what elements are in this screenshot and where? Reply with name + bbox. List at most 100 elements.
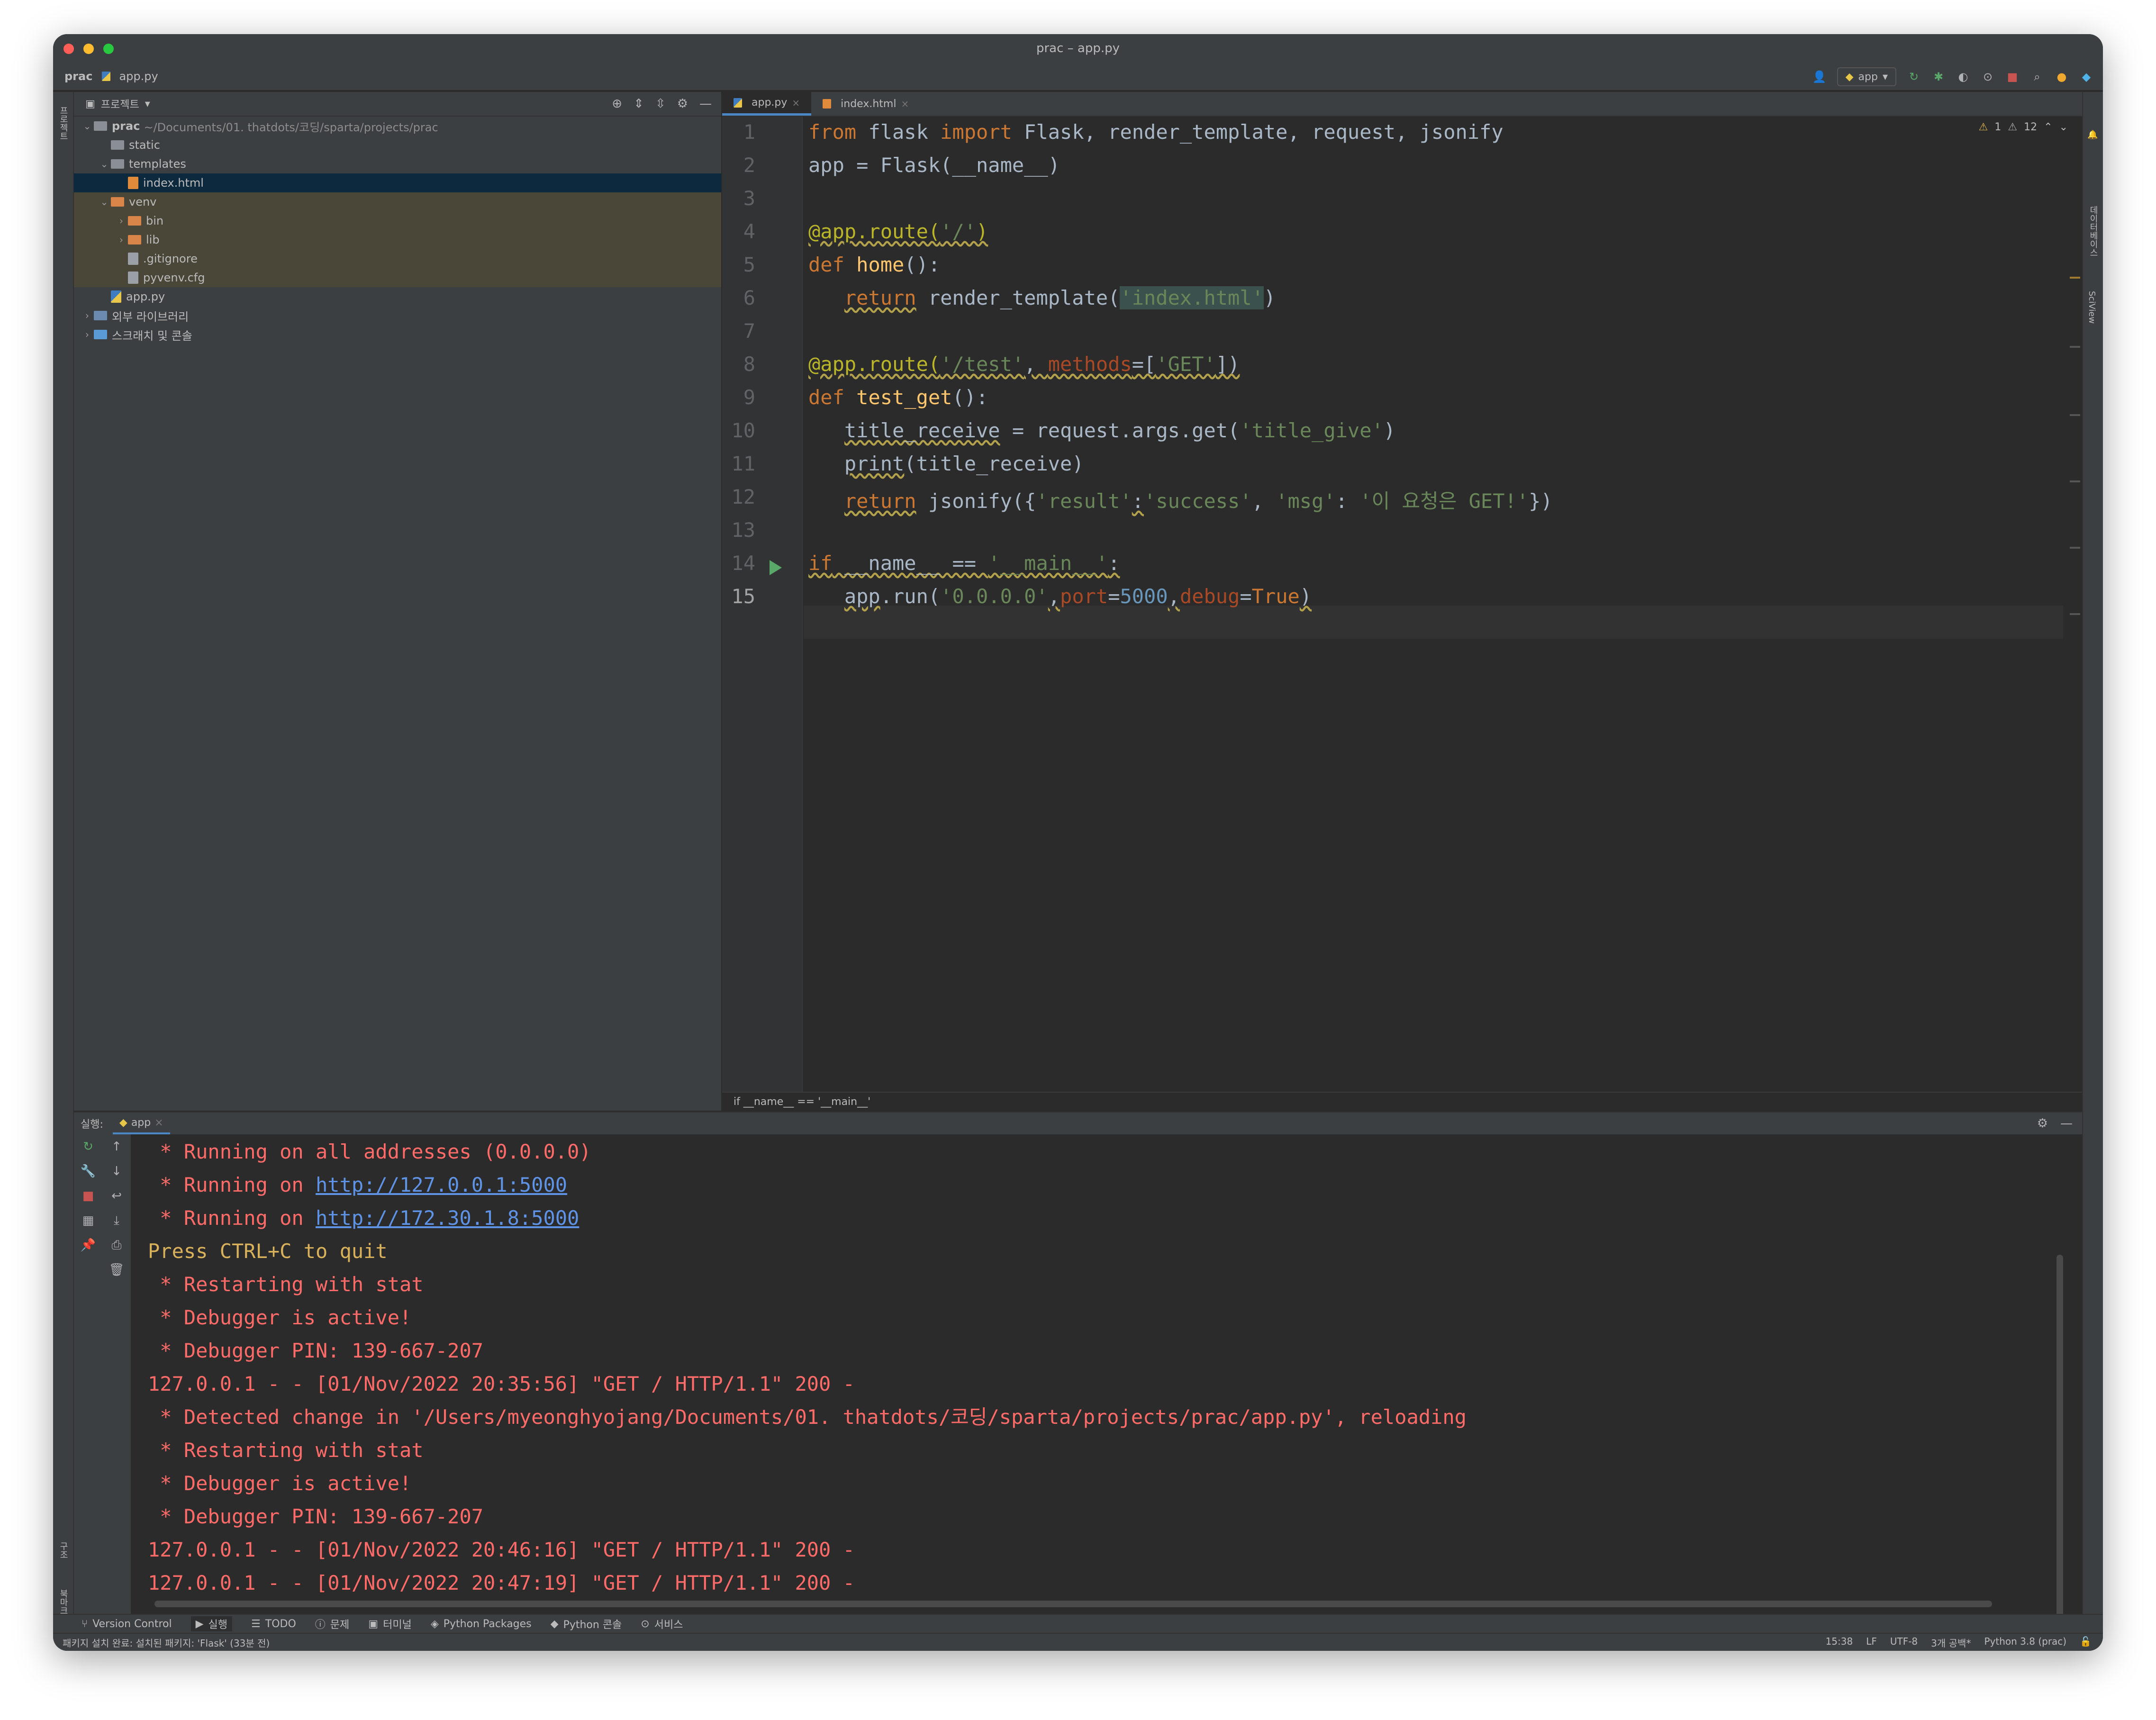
wrench-icon[interactable]: 🔧 [81,1164,96,1178]
expand-all-icon[interactable]: ⇕ [634,97,644,111]
code-line[interactable]: return jsonify({'result':'success', 'msg… [808,485,1553,514]
status-indent[interactable]: 3개 공백* [1931,1636,1971,1649]
code-area[interactable]: 1 from flask import Flask, render_templat… [722,117,2082,1092]
arrow-down-icon[interactable]: ↓ [111,1164,122,1178]
status-message[interactable]: 패키지 설치 완료: 설치된 패키지: 'Flask' (33분 전) [63,1636,270,1649]
status-line-ending[interactable]: LF [1866,1636,1877,1649]
hide-icon[interactable]: — [2060,1116,2073,1131]
tool-window-button[interactable]: ▶ 실행 [190,1616,233,1631]
tool-window-button[interactable]: ▣ 터미널 [368,1616,412,1631]
close-button[interactable] [63,44,74,54]
coverage-icon[interactable]: ◐ [1956,70,1970,84]
inspection-widget[interactable]: ⚠ 1 ⚠ 12 ⌃ ⌄ [1979,121,2068,133]
code-line[interactable]: return render_template('index.html') [808,286,1276,309]
tree-item[interactable]: static [74,136,721,154]
status-interpreter[interactable]: Python 3.8 (prac) [1984,1636,2066,1649]
code-line[interactable]: def home(): [808,253,940,276]
error-stripe-mark[interactable] [2070,414,2080,416]
tool-window-button[interactable]: ⊙ 서비스 [641,1616,683,1631]
tool-window-button[interactable]: ◈ Python Packages [431,1618,532,1630]
tool-window-button[interactable]: ⑂ Version Control [82,1618,172,1630]
notifications-icon[interactable]: 🔔 [2088,130,2098,140]
lock-icon[interactable]: 🔓 [2080,1636,2092,1649]
close-icon[interactable]: × [154,1117,163,1129]
code-line[interactable]: app.run('0.0.0.0',port=5000,debug=True) [808,585,1312,608]
code-line[interactable]: app = Flask(__name__) [808,154,1060,177]
project-tool-label[interactable]: 프로젝트 [57,106,69,140]
tree-item[interactable]: › bin [74,211,721,230]
error-stripe-mark[interactable] [2070,346,2080,348]
close-icon[interactable]: × [901,98,909,109]
gear-icon[interactable]: ⚙ [2037,1116,2048,1131]
run-tab-app[interactable]: ◆ app × [112,1113,170,1134]
stop-icon[interactable]: ■ [82,1189,94,1203]
tree-item[interactable]: › lib [74,230,721,249]
chevron-down-icon[interactable]: ▾ [145,98,150,110]
locate-icon[interactable]: ⊕ [612,97,622,111]
error-stripe-mark[interactable] [2070,277,2080,279]
chevron-down-icon[interactable]: ⌄ [98,196,111,208]
run-config-selector[interactable]: ◆ app ▾ [1837,67,1896,86]
tool-window-button[interactable]: ☰ TODO [251,1618,296,1630]
error-stripe-mark[interactable] [2070,613,2080,615]
soft-wrap-icon[interactable]: ↩ [111,1189,122,1203]
error-stripe-mark[interactable] [2070,480,2080,482]
trash-icon[interactable]: 🗑 [109,1263,124,1277]
console-vertical-scrollbar[interactable] [2056,1255,2063,1643]
chevron-right-icon[interactable]: › [81,329,94,340]
profile-icon[interactable]: ⊙ [1981,70,1995,84]
tab-app-py[interactable]: app.py × [722,92,812,116]
tab-index-html[interactable]: index.html × [811,92,920,116]
user-icon[interactable]: 👤 [1812,70,1827,84]
tree-item[interactable]: .gitignore [74,249,721,268]
rerun-icon[interactable]: ↻ [83,1140,93,1154]
code-line[interactable]: print(title_receive) [808,452,1084,475]
breadcrumb-project[interactable]: prac [64,70,92,83]
code-line[interactable]: def test_get(): [808,386,988,409]
code-line[interactable]: @app.route('/') [808,220,988,243]
console-output[interactable]: * Running on all addresses (0.0.0.0) * R… [148,1134,2054,1595]
chevron-down-icon[interactable]: ⌄ [81,120,94,132]
hide-icon[interactable]: — [699,97,712,111]
error-stripe-mark[interactable] [2070,547,2080,549]
status-time[interactable]: 15:38 [1826,1636,1853,1649]
stop-icon[interactable]: ■ [2005,70,2020,84]
bookmarks-tool-label[interactable]: 북마크 [57,1589,69,1615]
tree-item[interactable]: pyvenv.cfg [74,268,721,287]
tool-window-button[interactable]: ⓘ 문제 [315,1616,350,1631]
search-icon[interactable]: ⌕ [2030,70,2044,84]
tool-window-button[interactable]: ◆ Python 콘솔 [551,1616,622,1631]
tree-item[interactable]: index.html [74,173,721,192]
console-link[interactable]: http://127.0.0.1:5000 [316,1173,567,1196]
debug-icon[interactable]: ✱ [1931,70,1946,84]
arrow-up-icon[interactable]: ↑ [111,1140,122,1154]
rerun-icon[interactable]: ↻ [1907,70,1921,84]
chevron-up-icon[interactable]: ⌃ [2044,121,2052,133]
tree-item[interactable]: › 스크래치 및 콘솔 [74,325,721,344]
gear-icon[interactable]: ⚙ [677,97,688,111]
database-tool-label[interactable]: 데이터베이스 [2087,206,2099,257]
project-view-label[interactable]: 프로젝트 [101,96,139,111]
console-horizontal-scrollbar[interactable] [154,1601,1992,1607]
chevron-right-icon[interactable]: › [115,234,128,245]
code-line[interactable]: @app.route('/test', methods=['GET']) [808,353,1240,376]
tree-item[interactable]: ⌄ templates [74,154,721,173]
chevron-down-icon[interactable]: ⌄ [2059,121,2068,133]
code-line[interactable]: if __name__ == '__main__': [808,552,1120,575]
code-breadcrumb[interactable]: if __name__ == '__main__' [734,1096,870,1108]
layout-icon[interactable]: ▦ [82,1213,94,1228]
tree-item[interactable]: ⌄ venv [74,192,721,211]
minimize-button[interactable] [83,44,94,54]
sciview-tool-label[interactable]: SciView [2087,291,2097,324]
breadcrumb-file[interactable]: app.py [102,70,158,83]
tree-item[interactable]: ⌄ prac ~/Documents/01. thatdots/코딩/sparta/… [74,117,721,136]
update-icon[interactable]: ● [2055,70,2069,84]
chevron-right-icon[interactable]: › [81,310,94,321]
jetbrains-logo-icon[interactable]: ◆ [2079,70,2093,84]
print-icon[interactable]: ⎙ [112,1238,122,1253]
chevron-right-icon[interactable]: › [115,215,128,226]
pin-icon[interactable]: 📌 [81,1238,96,1252]
console-link[interactable]: http://172.30.1.8:5000 [316,1206,579,1230]
run-gutter-icon[interactable] [770,560,782,575]
scroll-to-end-icon[interactable]: ⤓ [114,1213,119,1228]
